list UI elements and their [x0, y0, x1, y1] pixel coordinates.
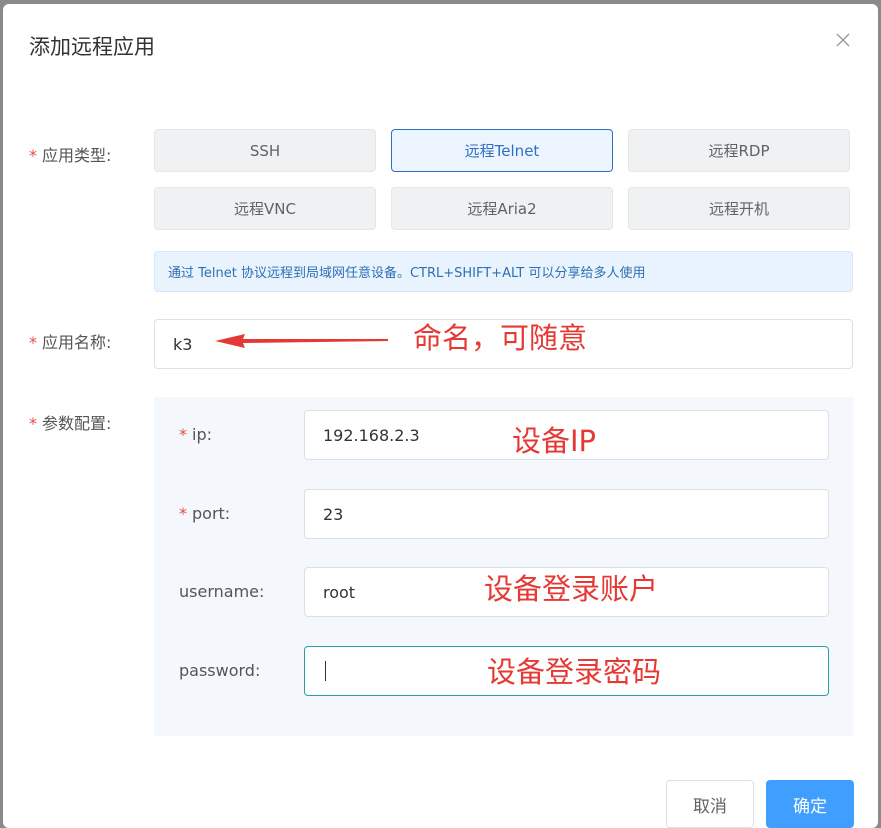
password-label: password: [179, 661, 261, 680]
app-name-label-text: 应用名称: [42, 333, 112, 352]
required-mark: * [29, 333, 37, 352]
cancel-button[interactable]: 取消 [666, 780, 754, 828]
ip-label-text: ip: [192, 425, 212, 444]
type-option-rdp[interactable]: 远程RDP [628, 129, 850, 172]
ip-value: 192.168.2.3 [323, 425, 420, 445]
required-mark: * [179, 504, 187, 523]
params-label-text: 参数配置: [42, 414, 112, 433]
dialog-title: 添加远程应用 [29, 35, 155, 59]
type-option-aria2[interactable]: 远程Aria2 [391, 187, 613, 230]
annotation-name: 命名，可随意 [413, 321, 588, 355]
close-icon[interactable] [831, 28, 855, 52]
app-name-value: k3 [173, 334, 193, 354]
port-label-text: port: [192, 504, 231, 523]
type-option-ssh[interactable]: SSH [154, 129, 376, 172]
app-type-label: * 应用类型: [29, 145, 111, 167]
add-remote-app-dialog: 添加远程应用 * 应用类型: SSH 远程Telnet 远程RDP 远程VNC 远… [3, 4, 878, 828]
required-mark: * [29, 146, 37, 165]
app-type-label-text: 应用类型: [42, 146, 112, 165]
type-option-vnc[interactable]: 远程VNC [154, 187, 376, 230]
confirm-button[interactable]: 确定 [766, 780, 854, 828]
type-option-wol[interactable]: 远程开机 [628, 187, 850, 230]
port-input[interactable]: 23 [304, 489, 829, 539]
text-caret [325, 661, 326, 681]
port-value: 23 [323, 504, 344, 524]
ip-label: * ip: [179, 424, 212, 446]
params-label: * 参数配置: [29, 413, 111, 435]
required-mark: * [29, 414, 37, 433]
telnet-hint: 通过 Telnet 协议远程到局域网任意设备。CTRL+SHIFT+ALT 可以… [154, 251, 853, 292]
username-value: root [323, 582, 356, 602]
required-mark: * [179, 425, 187, 444]
annotation-ip: 设备IP [512, 424, 597, 458]
annotation-password: 设备登录密码 [487, 655, 662, 689]
annotation-account: 设备登录账户 [484, 572, 659, 606]
annotation-arrow-icon [215, 334, 388, 348]
username-label: username: [179, 582, 265, 601]
port-label: * port: [179, 503, 230, 525]
app-name-label: * 应用名称: [29, 332, 111, 354]
type-option-telnet[interactable]: 远程Telnet [391, 129, 613, 172]
